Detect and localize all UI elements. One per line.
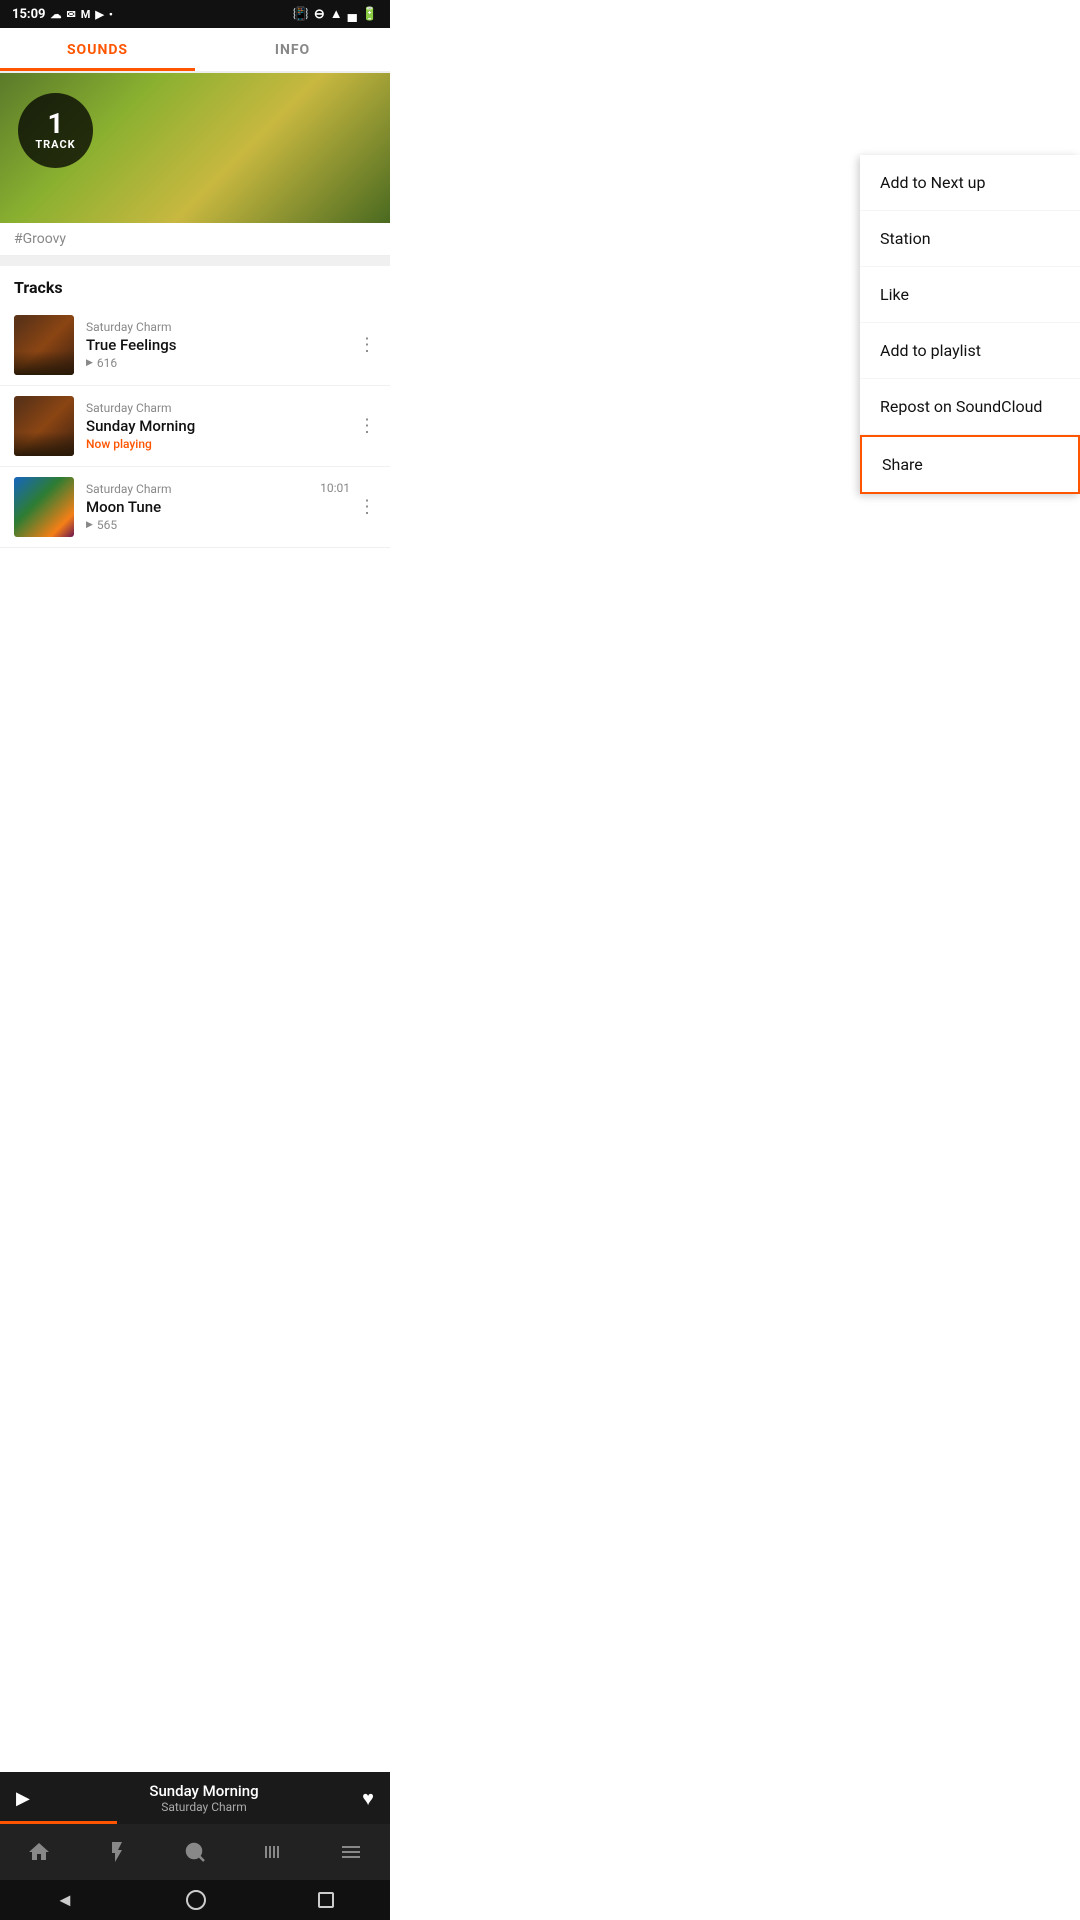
- menu-item-repost[interactable]: Repost on SoundCloud: [860, 379, 1080, 435]
- track-plays-3: ▶ 565: [86, 518, 376, 532]
- np-artist: Saturday Charm: [46, 1800, 362, 1814]
- nav-home[interactable]: [17, 1830, 61, 1874]
- track-thumbnail-1: [14, 315, 74, 375]
- section-divider: [0, 256, 390, 266]
- menu-item-add-playlist[interactable]: Add to playlist: [860, 323, 1080, 379]
- track-title-3: Moon Tune: [86, 498, 376, 516]
- nav-search[interactable]: [173, 1830, 217, 1874]
- more-button-1[interactable]: ⋮: [354, 331, 380, 360]
- minus-icon: ⊖: [314, 7, 325, 22]
- tab-sounds[interactable]: SOUNDS: [0, 28, 195, 71]
- track-item[interactable]: Saturday Charm True Feelings ▶ 616 ⋮: [0, 305, 390, 386]
- now-playing-label: Now playing: [86, 437, 376, 451]
- track-duration-3: 10:01: [320, 481, 350, 495]
- play-icon: ▶: [95, 8, 103, 21]
- track-title-1: True Feelings: [86, 336, 376, 354]
- track-item-2[interactable]: Saturday Charm Sunday Morning Now playin…: [0, 386, 390, 467]
- signal-icon: ▄: [348, 6, 357, 22]
- tracks-heading: Tracks: [0, 266, 390, 305]
- status-bar: 15:09 ☁ ✉ M ▶ • 📳 ⊖ ▲ ▄ 🔋: [0, 0, 390, 28]
- now-playing-info: Sunday Morning Saturday Charm: [46, 1782, 362, 1814]
- context-menu: Add to Next up Station Like Add to playl…: [860, 155, 1080, 494]
- play-button-bar[interactable]: ▶: [16, 1788, 30, 1809]
- nav-library[interactable]: [251, 1830, 295, 1874]
- track-plays-1: ▶ 616: [86, 356, 376, 370]
- tabs-bar: SOUNDS INFO: [0, 28, 390, 73]
- play-triangle-icon-3: ▶: [86, 520, 93, 530]
- menu-item-share[interactable]: Share: [860, 435, 1080, 494]
- sys-recents[interactable]: [318, 1892, 334, 1908]
- now-playing-bar: ▶ Sunday Morning Saturday Charm ♥: [0, 1772, 390, 1824]
- track-label: TRACK: [35, 138, 75, 151]
- bottom-nav: [0, 1824, 390, 1880]
- track-thumbnail-3: [14, 477, 74, 537]
- tagline: #Groovy: [0, 223, 390, 256]
- heart-button[interactable]: ♥: [362, 1786, 374, 1811]
- wifi-icon: ▲: [330, 6, 343, 22]
- plays-count-3: 565: [97, 518, 117, 532]
- status-right: 📳 ⊖ ▲ ▄ 🔋: [293, 6, 378, 22]
- hero-image: 1 TRACK: [0, 73, 390, 223]
- track-thumbnail-2: [14, 396, 74, 456]
- gmail-icon: ✉: [67, 8, 76, 21]
- nav-lightning[interactable]: [95, 1830, 139, 1874]
- track-count: 1: [47, 110, 63, 138]
- track-info-1: Saturday Charm True Feelings ▶ 616: [86, 320, 376, 370]
- menu-item-add-next[interactable]: Add to Next up: [860, 155, 1080, 211]
- medium-icon: M: [81, 8, 91, 21]
- tab-info[interactable]: INFO: [195, 28, 390, 71]
- nav-menu[interactable]: [329, 1830, 373, 1874]
- track-badge: 1 TRACK: [18, 93, 93, 168]
- battery-icon: 🔋: [362, 7, 378, 22]
- menu-item-station[interactable]: Station: [860, 211, 1080, 267]
- track-info-2: Saturday Charm Sunday Morning Now playin…: [86, 401, 376, 451]
- more-button-2[interactable]: ⋮: [354, 412, 380, 441]
- track-artist-1: Saturday Charm: [86, 320, 376, 334]
- system-nav: ◄: [0, 1880, 390, 1920]
- sys-home[interactable]: [186, 1890, 206, 1910]
- plays-count-1: 616: [97, 356, 117, 370]
- np-title: Sunday Morning: [46, 1782, 362, 1800]
- status-time: 15:09: [12, 7, 46, 22]
- track-artist-2: Saturday Charm: [86, 401, 376, 415]
- dot-icon: •: [109, 8, 113, 21]
- sys-back[interactable]: ◄: [56, 1890, 74, 1911]
- play-triangle-icon: ▶: [86, 358, 93, 368]
- status-left: 15:09 ☁ ✉ M ▶ •: [12, 7, 113, 22]
- soundcloud-icon: ☁: [51, 8, 62, 21]
- more-button-3[interactable]: ⋮: [354, 493, 380, 522]
- track-item-3[interactable]: Saturday Charm Moon Tune ▶ 565 10:01 ⋮: [0, 467, 390, 548]
- track-title-2: Sunday Morning: [86, 417, 376, 435]
- vibrate-icon: 📳: [293, 7, 309, 22]
- menu-item-like[interactable]: Like: [860, 267, 1080, 323]
